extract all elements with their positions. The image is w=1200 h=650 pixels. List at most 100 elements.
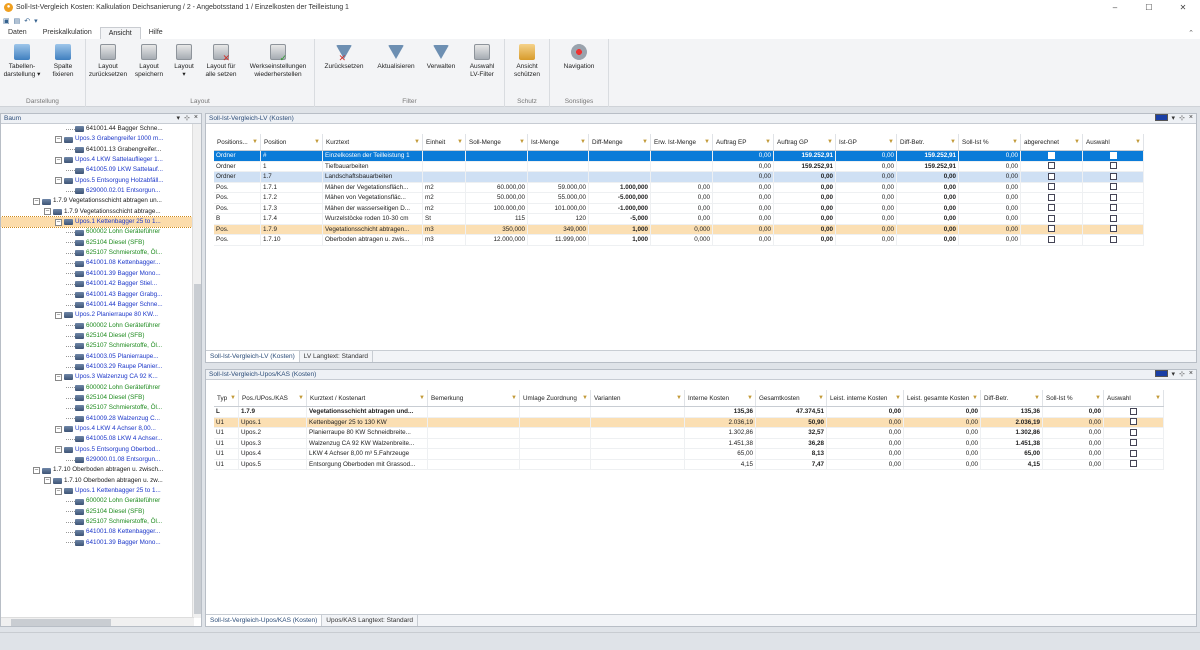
column-header[interactable]: Pos./UPos./KAS ▼	[239, 390, 307, 406]
tree-node[interactable]: – Upos.5 Entsorgung Oberbod...	[1, 445, 194, 455]
checkbox[interactable]	[1109, 183, 1117, 191]
tree-node[interactable]: – Upos.4 LKW Sattelauflieger 1...	[1, 155, 194, 165]
filter-icon[interactable]: ▼	[252, 139, 258, 145]
tree-node[interactable]: 629000.02.01 Entsorgun...	[1, 186, 194, 196]
column-header[interactable]: Auswahl ▼	[1104, 390, 1164, 406]
filter-icon[interactable]: ▼	[818, 395, 824, 401]
column-header[interactable]: Position ▼	[261, 134, 323, 150]
collapse-toggle-icon[interactable]: –	[44, 208, 51, 216]
column-header[interactable]: Kurztext / Kostenart ▼	[307, 390, 428, 406]
pin-icon[interactable]: ⊹	[1179, 114, 1185, 122]
table-row[interactable]: B 1.7.4 Wurzelstöcke roden 10-30 cm St 115 12…	[214, 214, 1144, 225]
tree-node[interactable]: 641001.42 Bagger Stiel...	[1, 279, 194, 289]
tree-node[interactable]: 641001.39 Bagger Mono...	[1, 269, 194, 279]
tree-node[interactable]: 600002 Lohn Geräteführer	[1, 321, 194, 331]
close-icon[interactable]: ×	[194, 114, 198, 122]
collapse-toggle-icon[interactable]: –	[55, 177, 62, 185]
subtab[interactable]: LV Langtext: Standard	[300, 351, 373, 362]
collapse-toggle-icon[interactable]: –	[55, 373, 62, 381]
close-icon[interactable]: ×	[1189, 114, 1193, 122]
filter-icon[interactable]: ▼	[457, 139, 463, 145]
tree-node[interactable]: 600002 Lohn Geräteführer	[1, 383, 194, 393]
close-button[interactable]: ✕	[1166, 0, 1200, 14]
table-row[interactable]: Ordner # Einzelkosten der Teilleistung 1 0,…	[214, 151, 1144, 162]
filter-icon[interactable]: ▼	[950, 139, 956, 145]
checkbox[interactable]	[1109, 151, 1117, 159]
column-header[interactable]: Soll-Menge ▼	[466, 134, 528, 150]
tree-node[interactable]: – Upos.5 Entsorgung Holzabfäll...	[1, 176, 194, 186]
table-row[interactable]: U1 Upos.5 Entsorgung Oberboden mit Grassod…	[214, 459, 1164, 470]
checkbox[interactable]	[1109, 235, 1117, 243]
collapse-toggle-icon[interactable]: –	[55, 156, 62, 164]
filter-icon[interactable]: ▼	[704, 139, 710, 145]
tree-node[interactable]: 641005.08 LKW 4 Achser...	[1, 434, 194, 444]
filter-icon[interactable]: ▼	[895, 395, 901, 401]
column-header[interactable]: Diff-Betr. ▼	[981, 390, 1043, 406]
column-header[interactable]: Interne Kosten ▼	[685, 390, 756, 406]
save-icon[interactable]: ▣	[3, 17, 10, 25]
ribbon-collapse-icon[interactable]: ⌃	[1188, 29, 1194, 37]
checkbox[interactable]	[1048, 151, 1055, 159]
tree-node[interactable]: – 1.7.9 Vegetationsschicht abtragen un...	[1, 196, 194, 206]
collapse-toggle-icon[interactable]: –	[55, 487, 62, 495]
column-header[interactable]: Diff-Betr. ▼	[897, 134, 959, 150]
filter-icon[interactable]: ▼	[972, 395, 978, 401]
tree-node[interactable]: 625104 Diesel (SFB)	[1, 393, 194, 403]
customize-icon[interactable]: ▾	[34, 17, 38, 25]
column-header[interactable]: Soll-Ist % ▼	[959, 134, 1021, 150]
tree-node[interactable]: 625107 Schmierstoffe, Öl...	[1, 248, 194, 258]
tree-node[interactable]: – Upos.4 LKW 4 Achser 8,00...	[1, 424, 194, 434]
filter-icon[interactable]: ▼	[888, 139, 894, 145]
tree-node[interactable]: 600002 Lohn Geräteführer	[1, 227, 194, 237]
column-header[interactable]: Erw. Ist-Menge ▼	[651, 134, 713, 150]
filter-icon[interactable]: ▼	[419, 395, 425, 401]
table-row[interactable]: Pos. 1.7.1 Mähen der Vegetationsfläch... m2…	[214, 182, 1144, 193]
tree-node[interactable]: 625104 Diesel (SFB)	[1, 331, 194, 341]
table-row[interactable]: Pos. 1.7.3 Mähen der wasserseitigen D... m2…	[214, 203, 1144, 214]
checkbox[interactable]	[1130, 449, 1137, 457]
tree-node[interactable]: 641003.29 Raupe Planier...	[1, 362, 194, 372]
table-row[interactable]: Ordner 1 Tiefbauarbeiten 0,00 159.252,91 0,00…	[214, 161, 1144, 172]
tree-node[interactable]: 641005.09 LKW Sattelauf...	[1, 165, 194, 175]
filter-icon[interactable]: ▼	[676, 395, 682, 401]
tab-preiskalkulation[interactable]: Preiskalkulation	[35, 27, 100, 39]
tree-node[interactable]: 641001.39 Bagger Mono...	[1, 538, 194, 548]
filter-icon[interactable]: ▼	[827, 139, 833, 145]
collapse-toggle-icon[interactable]: –	[55, 136, 62, 144]
pin-icon[interactable]: ⊹	[184, 114, 190, 122]
checkbox[interactable]	[1109, 214, 1117, 222]
subtab[interactable]: Upos/KAS Langtext: Standard	[322, 615, 419, 626]
filter-icon[interactable]: ▼	[414, 139, 420, 145]
column-header[interactable]: Positions... ▼	[214, 134, 261, 150]
filter-icon[interactable]: ▼	[1074, 139, 1080, 145]
pin-icon[interactable]: ⊹	[1179, 370, 1185, 378]
table-row[interactable]: U1 Upos.4 LKW 4 Achser 8,00 m³ 5.Fahrzeuge…	[214, 449, 1164, 460]
close-icon[interactable]: ×	[1189, 370, 1193, 378]
print-icon[interactable]: ▤	[14, 17, 21, 25]
subtab[interactable]: Soll-Ist-Vergleich-Upos/KAS (Kosten)	[206, 615, 323, 626]
column-header[interactable]: Ist-Menge ▼	[528, 134, 589, 150]
tree-node[interactable]: 600002 Lohn Geräteführer	[1, 496, 194, 506]
tree-node[interactable]: 625107 Schmierstoffe, Öl...	[1, 341, 194, 351]
tree-node[interactable]: 625104 Diesel (SFB)	[1, 238, 194, 248]
collapse-toggle-icon[interactable]: –	[55, 446, 62, 454]
filter-icon[interactable]: ▼	[314, 139, 320, 145]
minimize-button[interactable]: –	[1098, 0, 1132, 14]
filter-icon[interactable]: ▼	[642, 139, 648, 145]
tree-node[interactable]: – 1.7.9 Vegetationsschicht abtrage...	[1, 207, 194, 217]
collapse-toggle-icon[interactable]: –	[55, 311, 62, 319]
collapse-toggle-icon[interactable]: –	[33, 198, 40, 206]
maximize-button[interactable]: ☐	[1132, 0, 1166, 14]
subtab[interactable]: Soll-Ist-Vergleich-LV (Kosten)	[206, 351, 300, 362]
filter-icon[interactable]: ▼	[1135, 139, 1141, 145]
table-row[interactable]: Pos. 1.7.2 Mähen von Vegetationsfläc... m2 5…	[214, 193, 1144, 204]
tree-node[interactable]: 641001.44 Bagger Schne...	[1, 300, 194, 310]
filter-icon[interactable]: ▼	[582, 395, 588, 401]
checkbox[interactable]	[1130, 428, 1137, 436]
column-header[interactable]: Soll-Ist % ▼	[1043, 390, 1104, 406]
filter-icon[interactable]: ▼	[511, 395, 517, 401]
checkbox[interactable]	[1048, 162, 1055, 170]
checkbox[interactable]	[1048, 172, 1055, 180]
filter-icon[interactable]: ▼	[1034, 395, 1040, 401]
table-row[interactable]: Ordner 1.7 Landschaftsbauarbeiten 0,00 0,00 0…	[214, 172, 1144, 183]
